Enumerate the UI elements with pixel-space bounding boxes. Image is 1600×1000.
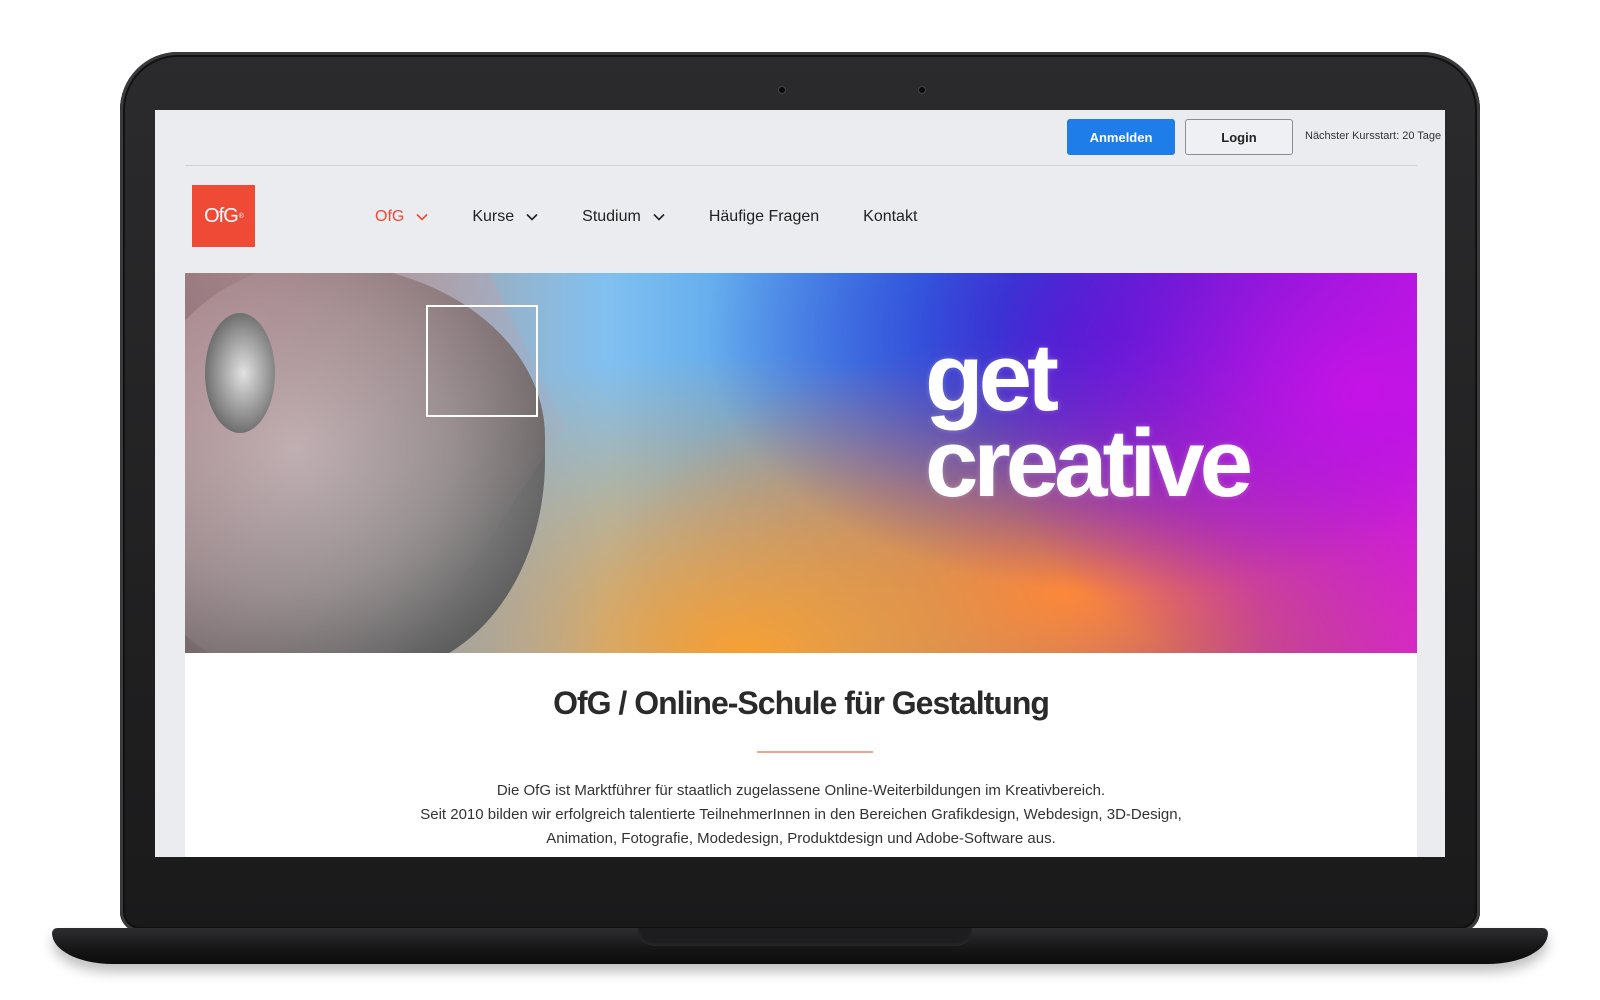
top-bar: Anmelden Login Nächster Kursstart: 20 Ta… [185, 110, 1441, 166]
camera-dot [778, 86, 786, 94]
hero-slogan-line1: get [925, 324, 1059, 431]
intro-section: OfG / Online-Schule für Gestaltung Die O… [185, 653, 1417, 857]
nav-item-label: Kontakt [863, 208, 918, 225]
anmelden-button[interactable]: Anmelden [1067, 119, 1175, 155]
hero-banner: get creative [185, 273, 1417, 653]
chevron-down-icon [416, 213, 428, 221]
nav-item-kontakt[interactable]: Kontakt [863, 208, 917, 226]
laptop-base-notch [638, 928, 972, 946]
nav-item-haeufige-fragen[interactable]: Häufige Fragen [709, 208, 819, 226]
camera-sensor [918, 86, 926, 94]
nav-item-ofg[interactable]: OfG [375, 208, 428, 226]
intro-line-3: Animation, Fotografie, Modedesign, Produ… [546, 830, 1056, 847]
intro-line-1: Die OfG ist Marktführer für staatlich zu… [496, 782, 1106, 799]
nav-item-label: OfG [375, 208, 405, 225]
hero-portrait-ear [205, 313, 275, 433]
intro-line-2: Seit 2010 bilden wir erfolgreich talenti… [420, 806, 1182, 823]
title-divider [757, 751, 873, 753]
hero-slogan: get creative [925, 324, 1253, 517]
ofg-logo[interactable]: OfG ® [192, 185, 255, 247]
logo-text: OfG [204, 204, 239, 227]
logo-registered-mark: ® [238, 212, 244, 220]
page-title: OfG / Online-Schule für Gestaltung [553, 685, 1050, 721]
chevron-down-icon [653, 213, 665, 221]
nav-item-label: Kurse [472, 208, 515, 225]
main-nav: OfG Kurse Studium Häufige Fragen Kontakt [375, 208, 961, 226]
nav-item-label: Häufige Fragen [708, 208, 820, 225]
website-screen: Anmelden Login Nächster Kursstart: 20 Ta… [155, 110, 1445, 857]
next-course-start-text: Nächster Kursstart: 20 Tage [1305, 130, 1442, 142]
chevron-down-icon [526, 213, 538, 221]
nav-item-kurse[interactable]: Kurse [472, 208, 538, 226]
hero-portrait-frame [426, 305, 538, 417]
intro-description: Die OfG ist Marktführer für staatlich zu… [185, 779, 1417, 851]
login-button[interactable]: Login [1185, 119, 1293, 155]
hero-slogan-line2: creative [925, 410, 1253, 517]
nav-item-label: Studium [582, 208, 641, 225]
nav-item-studium[interactable]: Studium [582, 208, 665, 226]
